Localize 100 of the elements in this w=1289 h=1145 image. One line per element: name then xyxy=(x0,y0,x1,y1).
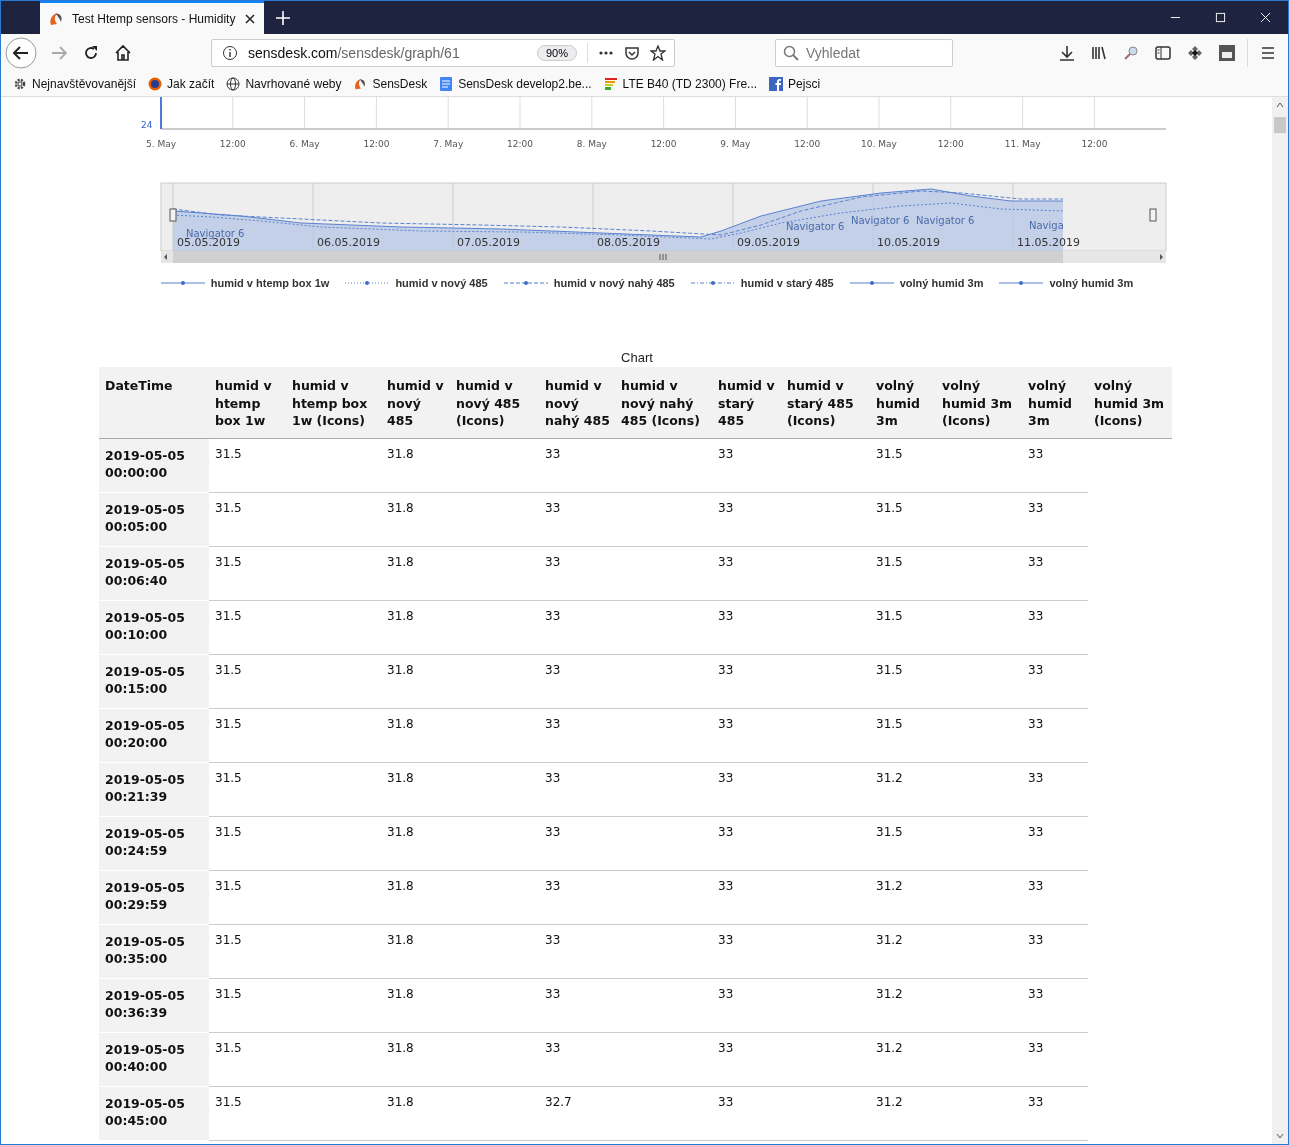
x-axis-label: 11. May xyxy=(1004,139,1041,149)
search-icon xyxy=(783,44,799,61)
table-cell: 31.2 xyxy=(870,978,936,1032)
x-axis-label: 8. May xyxy=(576,139,607,149)
magnifier-icon[interactable] xyxy=(1122,43,1140,62)
column-header: volný humid 3m xyxy=(1022,367,1088,438)
table-cell: 33 xyxy=(712,924,781,978)
bookmark-item[interactable]: Navrhované weby xyxy=(226,76,342,91)
datetime-cell: 2019-05-05 00:05:00 xyxy=(99,492,209,546)
navigator-date-label: 10.05.2019 xyxy=(877,236,940,249)
info-icon xyxy=(222,44,238,61)
navigator-series-label: Navigator 6 xyxy=(851,215,910,226)
legend-item[interactable]: humid v nový nahý 485 xyxy=(503,277,675,289)
datetime-cell: 2019-05-05 00:29:59 xyxy=(99,870,209,924)
back-icon[interactable] xyxy=(5,36,37,69)
table-cell: 33 xyxy=(539,762,615,816)
datetime-cell: 2019-05-05 00:45:00 xyxy=(99,1086,209,1140)
diamond-icon[interactable] xyxy=(1186,43,1204,62)
navigator-date-label: 11.05.2019 xyxy=(1017,236,1080,249)
download-icon[interactable] xyxy=(1058,43,1076,62)
navigator-date-label: 09.05.2019 xyxy=(737,236,800,249)
legend-line-icon xyxy=(690,279,735,287)
table-cell: 33 xyxy=(539,978,615,1032)
navigator-series-label: Navigator 6 xyxy=(186,228,245,239)
bookmark-item[interactable]: SensDesk xyxy=(353,76,428,91)
table-cell: 33 xyxy=(1022,816,1088,870)
table-cell: 33 xyxy=(1022,870,1088,924)
table-cell: 31.8 xyxy=(381,546,450,600)
table-cell: 31.5 xyxy=(870,654,936,708)
navigator-handle[interactable] xyxy=(169,208,177,222)
home-icon[interactable] xyxy=(114,43,132,62)
search-field[interactable]: Vyhledat xyxy=(775,38,953,67)
table-cell: 33 xyxy=(539,438,615,492)
pocket-icon[interactable] xyxy=(624,44,640,61)
table-cell: 31.5 xyxy=(209,870,286,924)
navigator-series-label: Navigator 6 xyxy=(786,221,845,232)
table-cell: 31.8 xyxy=(381,870,450,924)
table-cell: 31.2 xyxy=(870,1032,936,1086)
legend-item[interactable]: volný humid 3m xyxy=(999,277,1134,289)
column-header: humid v nový nahý 485 xyxy=(539,367,615,438)
bookmark-item[interactable]: LTE B40 (TD 2300) Fre... xyxy=(603,76,758,91)
table-cell: 31.8 xyxy=(381,438,450,492)
scrollbar-thumb[interactable] xyxy=(1274,117,1286,133)
column-header: volný humid 3m (Icons) xyxy=(1088,367,1172,438)
zoom-level[interactable]: 90% xyxy=(536,44,577,61)
datetime-cell: 2019-05-05 00:40:00 xyxy=(99,1032,209,1086)
scrollbar[interactable] xyxy=(1272,97,1288,1144)
bookmark-item[interactable]: Nejnavštěvovanější xyxy=(13,76,137,91)
column-header: humid v nový 485 xyxy=(381,367,450,438)
plus-icon[interactable] xyxy=(276,10,290,25)
navigator-series-label: Navigator 6 xyxy=(916,215,975,226)
table-cell: 33 xyxy=(539,870,615,924)
bookmark-item[interactable]: SensDesk develop2.be... xyxy=(439,76,592,91)
datetime-cell: 2019-05-05 00:24:59 xyxy=(99,816,209,870)
table-cell: 33 xyxy=(712,492,781,546)
close-icon[interactable] xyxy=(244,12,256,25)
column-header: humid v nový 485 (Icons) xyxy=(450,367,539,438)
legend-line-icon xyxy=(999,279,1044,287)
table-cell: 33 xyxy=(1022,1086,1088,1140)
navigator-handle[interactable] xyxy=(1149,208,1157,222)
y-axis-label: 24 xyxy=(141,120,153,130)
maximize-icon[interactable] xyxy=(1215,12,1226,23)
table-cell: 31.5 xyxy=(209,708,286,762)
legend-item[interactable]: volný humid 3m xyxy=(849,277,984,289)
table-cell: 33 xyxy=(539,492,615,546)
table-cell: 31.5 xyxy=(870,600,936,654)
table-cell: 33 xyxy=(539,546,615,600)
navigator-scrollbar[interactable] xyxy=(161,251,1166,263)
datetime-cell: 2019-05-05 00:10:00 xyxy=(99,600,209,654)
star-icon[interactable] xyxy=(650,44,666,61)
table-cell: 33 xyxy=(712,546,781,600)
table-cell: 31.5 xyxy=(209,600,286,654)
table-cell: 31.5 xyxy=(870,708,936,762)
legend-item[interactable]: humid v nový 485 xyxy=(345,277,488,289)
signal-bars-icon xyxy=(603,76,618,91)
table-cell: 31.5 xyxy=(870,438,936,492)
legend-item[interactable]: humid v htemp box 1w xyxy=(160,277,330,289)
x-axis-label: 7. May xyxy=(433,139,464,149)
column-header: humid v htemp box 1w xyxy=(209,367,286,438)
reload-icon[interactable] xyxy=(82,43,100,62)
logo-icon xyxy=(353,76,368,91)
column-header: humid v nový nahý 485 (Icons) xyxy=(615,367,712,438)
legend-item[interactable]: humid v starý 485 xyxy=(690,277,834,289)
table-cell: 31.8 xyxy=(381,708,450,762)
table-cell: 33 xyxy=(712,708,781,762)
table-cell: 31.8 xyxy=(381,1086,450,1140)
sidebar-icon[interactable] xyxy=(1154,43,1172,62)
x-axis-label: 12:00 xyxy=(794,139,821,149)
bookmark-item[interactable]: Jak začít xyxy=(148,76,215,91)
browser-tab[interactable]: Test Htemp sensors - Humidity xyxy=(40,1,264,34)
table-cell: 31.8 xyxy=(381,924,450,978)
table-caption: Chart xyxy=(620,350,654,365)
url-field[interactable]: sensdesk.com/sensdesk/graph/61 90% xyxy=(211,38,675,67)
navigator-date-label: 08.05.2019 xyxy=(597,236,660,249)
table-cell: 33 xyxy=(712,1032,781,1086)
bookmark-item[interactable]: Pejsci xyxy=(769,76,821,91)
table-cell: 33 xyxy=(1022,1032,1088,1086)
table-cell: 33 xyxy=(1022,654,1088,708)
table-cell: 33 xyxy=(539,1032,615,1086)
table-cell: 31.5 xyxy=(209,924,286,978)
